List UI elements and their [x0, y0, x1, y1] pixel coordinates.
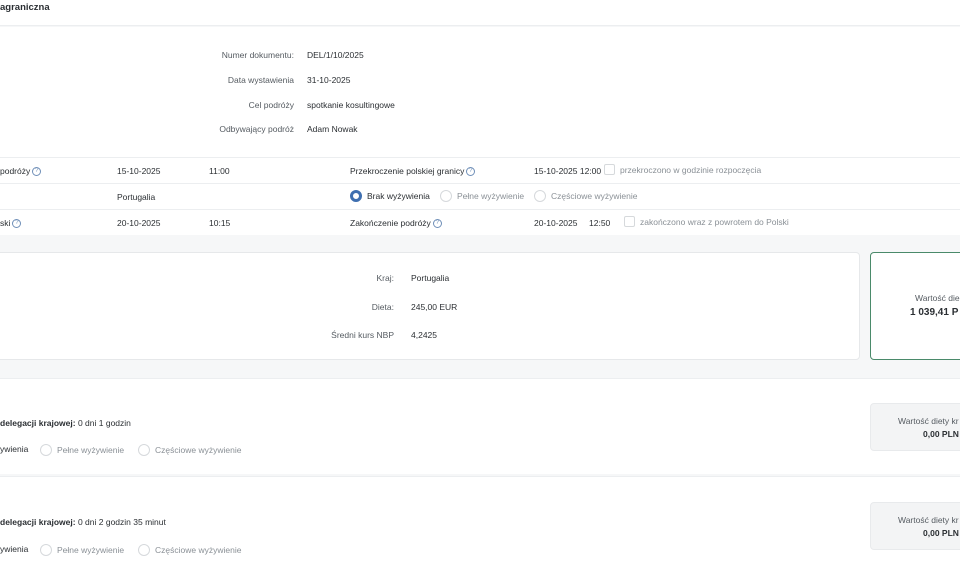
document-info-section: Numer dokumentu: DEL/1/10/2025 Data wyst…	[0, 27, 960, 157]
trip-row-country: Portugalia Brak wyżywienia Pełne wyżywie…	[0, 183, 960, 209]
domestic-1-title: delegacji krajowej: 0 dni 1 godzin	[0, 418, 131, 428]
trip-start-date[interactable]: 15-10-2025	[117, 166, 160, 176]
ended-with-return-label: zakończono wraz z powrotem do Polski	[640, 216, 789, 227]
trip-row-end: ski? 20-10-2025 10:15 Zakończenie podróż…	[0, 209, 960, 235]
trip-purpose-value: spotkanie kosultingowe	[307, 100, 395, 110]
crossed-at-start-label: przekroczono w godzinie rozpoczęcia	[620, 164, 762, 175]
ended-with-return-checkbox[interactable]	[624, 216, 635, 227]
domestic-2-value-label: Wartość diety kr	[898, 515, 959, 525]
diet-label: Dieta:	[371, 302, 394, 312]
trip-end-label: Zakończenie podróży	[350, 218, 431, 228]
crossed-at-start-checkbox[interactable]	[604, 164, 615, 175]
meal-option-full-label: Pełne wyżywienie	[457, 191, 525, 201]
help-icon[interactable]: ?	[466, 167, 476, 177]
diet-value: 245,00 EUR	[411, 302, 458, 312]
document-number-label: Numer dokumentu:	[221, 50, 294, 60]
domestic-1-meal-none[interactable]: ywienia	[0, 444, 28, 454]
border-crossing-datetime[interactable]: 15-10-2025 12:00	[534, 166, 601, 176]
trip-return-date[interactable]: 20-10-2025	[117, 218, 160, 228]
domestic-2-meal-none-label: ywienia	[0, 544, 29, 554]
ended-with-return-checkbox-wrap[interactable]: zakończono wraz z powrotem do Polski	[624, 216, 789, 227]
domestic-1-value-card: Wartość diety kr 0,00 PLN	[870, 403, 960, 451]
meal-option-none[interactable]: Brak wyżywienia	[350, 190, 430, 202]
domestic-2-value-amount: 0,00 PLN	[923, 528, 959, 538]
page-title: agraniczna	[0, 2, 50, 13]
domestic-1-meal-full-label: Pełne wyżywienie	[57, 445, 125, 455]
meal-option-none-label: Brak wyżywienia	[367, 191, 430, 201]
domestic-1-meal-none-label: ywienia	[0, 444, 29, 454]
radio-icon[interactable]	[534, 190, 546, 202]
domestic-1-meal-full[interactable]: Pełne wyżywienie	[40, 444, 124, 456]
crossed-at-start-checkbox-wrap[interactable]: przekroczono w godzinie rozpoczęcia	[604, 164, 761, 175]
domestic-2-title-value: 0 dni 2 godzin 35 minut	[77, 517, 166, 527]
trip-start-label-wrap: podróży?	[0, 166, 42, 177]
trip-end-time[interactable]: 12:50	[589, 218, 610, 228]
domestic-1-title-value: 0 dni 1 godzin	[77, 418, 131, 428]
domestic-2-meal-partial[interactable]: Częściowe wyżywienie	[138, 544, 241, 556]
domestic-1-value-label: Wartość diety kr	[898, 416, 959, 426]
domestic-2-meal-none[interactable]: ywienia	[0, 544, 28, 554]
trip-return-time[interactable]: 10:15	[209, 218, 230, 228]
country-label: Kraj:	[376, 273, 394, 283]
domestic-2-title: delegacji krajowej: 0 dni 2 godzin 35 mi…	[0, 517, 166, 527]
traveler-value: Adam Nowak	[307, 124, 358, 134]
border-crossing-label-wrap: Przekroczenie polskiej granicy?	[350, 166, 476, 177]
page-header: agraniczna	[0, 0, 960, 26]
document-number-value: DEL/1/10/2025	[307, 50, 364, 60]
domestic-1-value-amount: 0,00 PLN	[923, 429, 959, 439]
nbp-rate-value: 4,2425	[411, 330, 437, 340]
foreign-diet-value-card: Wartość die 1 039,41 P	[870, 252, 960, 360]
domestic-2-meal-full[interactable]: Pełne wyżywienie	[40, 544, 124, 556]
foreign-diet-value-label: Wartość die	[915, 293, 960, 303]
trip-end-date[interactable]: 20-10-2025	[534, 218, 577, 228]
domestic-section-2: delegacji krajowej: 0 dni 2 godzin 35 mi…	[0, 476, 960, 576]
radio-selected-icon[interactable]	[350, 190, 362, 202]
radio-icon[interactable]	[138, 544, 150, 556]
radio-icon[interactable]	[40, 544, 52, 556]
issue-date-label: Data wystawienia	[227, 75, 294, 85]
border-crossing-label: Przekroczenie polskiej granicy	[350, 166, 465, 176]
trip-country-value[interactable]: Portugalia	[117, 192, 155, 202]
trip-purpose-label: Cel podróży	[248, 100, 294, 110]
domestic-2-title-prefix: delegacji krajowej:	[0, 517, 76, 527]
trip-details-section: podróży? 15-10-2025 11:00 Przekroczenie …	[0, 157, 960, 235]
domestic-1-meal-partial-label: Częściowe wyżywienie	[155, 445, 242, 455]
trip-start-time[interactable]: 11:00	[209, 166, 230, 176]
meal-option-partial[interactable]: Częściowe wyżywienie	[534, 190, 637, 202]
radio-icon[interactable]	[40, 444, 52, 456]
domestic-1-meal-partial[interactable]: Częściowe wyżywienie	[138, 444, 241, 456]
trip-start-label: podróży	[0, 166, 31, 176]
domestic-2-meal-partial-label: Częściowe wyżywienie	[155, 545, 242, 555]
help-icon[interactable]: ?	[432, 219, 442, 229]
domestic-1-title-prefix: delegacji krajowej:	[0, 418, 76, 428]
meal-option-full[interactable]: Pełne wyżywienie	[440, 190, 524, 202]
trip-return-label: ski	[0, 218, 11, 228]
trip-row-start: podróży? 15-10-2025 11:00 Przekroczenie …	[0, 157, 960, 183]
domestic-2-value-card: Wartość diety kr 0,00 PLN	[870, 502, 960, 550]
help-icon[interactable]: ?	[12, 219, 22, 229]
traveler-label: Odbywający podróż	[219, 124, 294, 134]
trip-return-label-wrap: ski?	[0, 218, 22, 229]
foreign-diet-value-amount: 1 039,41 P	[910, 307, 959, 318]
domestic-section-1: delegacji krajowej: 0 dni 1 godzin ywien…	[0, 378, 960, 474]
foreign-diet-card: Kraj: Portugalia Dieta: 245,00 EUR Średn…	[0, 252, 860, 360]
meal-option-partial-label: Częściowe wyżywienie	[551, 191, 638, 201]
help-icon[interactable]: ?	[32, 167, 42, 177]
domestic-2-meal-full-label: Pełne wyżywienie	[57, 545, 125, 555]
trip-end-label-wrap: Zakończenie podróży?	[350, 218, 442, 229]
radio-icon[interactable]	[440, 190, 452, 202]
nbp-rate-label: Średni kurs NBP	[331, 330, 394, 340]
country-value: Portugalia	[411, 273, 450, 283]
issue-date-value: 31-10-2025	[307, 75, 351, 85]
radio-icon[interactable]	[138, 444, 150, 456]
